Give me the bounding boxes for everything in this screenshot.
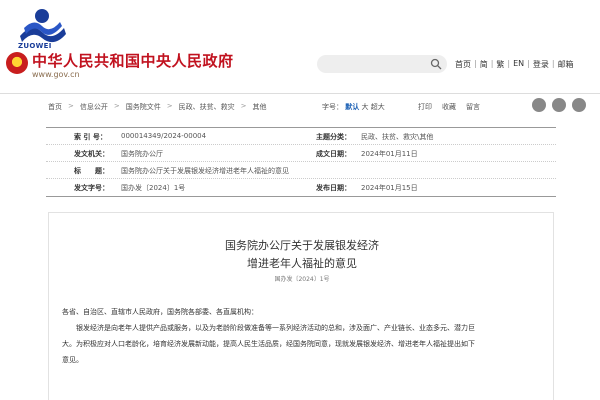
paragraph-line: 大。为积极应对人口老龄化，培育经济发展新动能，提高人民生活品质，经国务院同意，现… bbox=[62, 340, 475, 348]
paragraph-line: 意见。 bbox=[62, 356, 83, 364]
title-label: 标 题： bbox=[74, 167, 109, 175]
page-tools: 打印 收藏 留言 bbox=[418, 102, 480, 112]
site-domain: www.gov.cn bbox=[32, 70, 80, 79]
doc-number-label: 发文字号： bbox=[74, 184, 109, 192]
font-size-switcher: 字号： 默认 大 超大 bbox=[322, 102, 385, 112]
meta-row: 索 引 号： 000014349/2024-00004 主题分类： 民政、扶贫、… bbox=[46, 128, 556, 145]
favorite-button[interactable]: 收藏 bbox=[442, 102, 456, 112]
category-value: 民政、扶贫、救灾\其他 bbox=[361, 133, 434, 141]
print-button[interactable]: 打印 bbox=[418, 102, 432, 112]
site-title[interactable]: 中华人民共和国中央人民政府 bbox=[32, 50, 234, 71]
meta-row: 发文机关： 国务院办公厅 成文日期： 2024年01月11日 bbox=[46, 145, 556, 162]
index-value: 000014349/2024-00004 bbox=[121, 132, 207, 140]
search-input[interactable] bbox=[317, 55, 447, 73]
doc-number-value: 国办发〔2024〕1号 bbox=[121, 184, 186, 192]
article-title-line-1: 国务院办公厅关于发展银发经济 bbox=[225, 239, 379, 252]
meta-row: 发文字号： 国办发〔2024〕1号 发布日期： 2024年01月15日 bbox=[46, 179, 556, 196]
published-date-value: 2024年01月15日 bbox=[361, 184, 418, 192]
article-doc-number: 国办发〔2024〕1号 bbox=[274, 276, 330, 283]
top-link-simplified[interactable]: 简 bbox=[480, 59, 488, 70]
title-value: 国务院办公厅关于发展银发经济增进老年人福祉的意见 bbox=[121, 167, 289, 175]
share-buttons bbox=[532, 98, 586, 112]
breadcrumb-arrow-icon: > bbox=[113, 102, 120, 110]
font-size-xlarge[interactable]: 超大 bbox=[371, 103, 385, 111]
wechat-icon[interactable] bbox=[552, 98, 566, 112]
breadcrumb-state-council-docs[interactable]: 国务院文件 bbox=[126, 102, 161, 112]
written-date-label: 成文日期： bbox=[316, 150, 351, 158]
national-emblem-icon[interactable] bbox=[6, 52, 28, 74]
paragraph-line: 银发经济是向老年人提供产品或服务，以及为老龄阶段做准备等一系列经济活动的总和，涉… bbox=[62, 324, 475, 332]
breadcrumb-bar: 首页 > 信息公开 > 国务院文件 > 民政、扶贫、救灾 > 其他 字号： 默认… bbox=[0, 94, 600, 120]
document-metadata-table: 索 引 号： 000014349/2024-00004 主题分类： 民政、扶贫、… bbox=[46, 127, 556, 197]
message-button[interactable]: 留言 bbox=[466, 102, 480, 112]
written-date-value: 2024年01月11日 bbox=[361, 150, 418, 158]
breadcrumb-info-public[interactable]: 信息公开 bbox=[80, 102, 108, 112]
salutation: 各省、自治区、直辖市人民政府，国务院各部委、各直属机构： bbox=[62, 308, 258, 316]
breadcrumb-other[interactable]: 其他 bbox=[253, 102, 267, 112]
breadcrumb-arrow-icon: > bbox=[166, 102, 173, 110]
divider: | bbox=[474, 59, 477, 68]
category-label: 主题分类： bbox=[316, 133, 351, 141]
top-link-mail[interactable]: 邮箱 bbox=[558, 59, 574, 70]
top-link-traditional[interactable]: 繁 bbox=[496, 59, 504, 70]
font-size-large[interactable]: 大 bbox=[361, 103, 368, 111]
issuer-value: 国务院办公厅 bbox=[121, 150, 163, 158]
article-body: 各省、自治区、直辖市人民政府，国务院各部委、各直属机构： 银发经济是向老年人提供… bbox=[62, 304, 582, 368]
weibo-icon[interactable] bbox=[532, 98, 546, 112]
meta-row: 标 题： 国务院办公厅关于发展银发经济增进老年人福祉的意见 bbox=[46, 162, 556, 179]
article-title-line-2: 增进老年人福祉的意见 bbox=[247, 257, 357, 270]
index-label: 索 引 号： bbox=[74, 133, 107, 141]
qzone-icon[interactable] bbox=[572, 98, 586, 112]
breadcrumb-arrow-icon: > bbox=[68, 102, 74, 110]
published-date-label: 发布日期： bbox=[316, 184, 351, 192]
font-size-default[interactable]: 默认 bbox=[345, 103, 359, 111]
breadcrumb-arrow-icon: > bbox=[240, 102, 247, 110]
breadcrumb-civil-affairs[interactable]: 民政、扶贫、救灾 bbox=[179, 102, 235, 112]
site-header: ZUOWEI 中华人民共和国中央人民政府 www.gov.cn 首页 | 简 |… bbox=[0, 0, 600, 92]
zuowei-logo-text: ZUOWEI bbox=[18, 42, 52, 50]
search-icon[interactable] bbox=[430, 58, 442, 70]
divider: | bbox=[507, 59, 511, 68]
top-link-login[interactable]: 登录 bbox=[533, 59, 549, 70]
divider: | bbox=[527, 59, 530, 68]
issuer-label: 发文机关： bbox=[74, 150, 109, 158]
divider: | bbox=[490, 59, 494, 68]
top-nav: 首页 | 简 | 繁 | EN | 登录 | 邮箱 bbox=[455, 59, 574, 70]
top-link-english[interactable]: EN bbox=[513, 59, 524, 70]
breadcrumb-home[interactable]: 首页 bbox=[48, 102, 62, 112]
breadcrumb: 首页 > 信息公开 > 国务院文件 > 民政、扶贫、救灾 > 其他 bbox=[48, 102, 267, 112]
divider: | bbox=[551, 59, 555, 68]
font-size-label: 字号： bbox=[322, 103, 343, 111]
top-link-home[interactable]: 首页 bbox=[455, 59, 471, 70]
